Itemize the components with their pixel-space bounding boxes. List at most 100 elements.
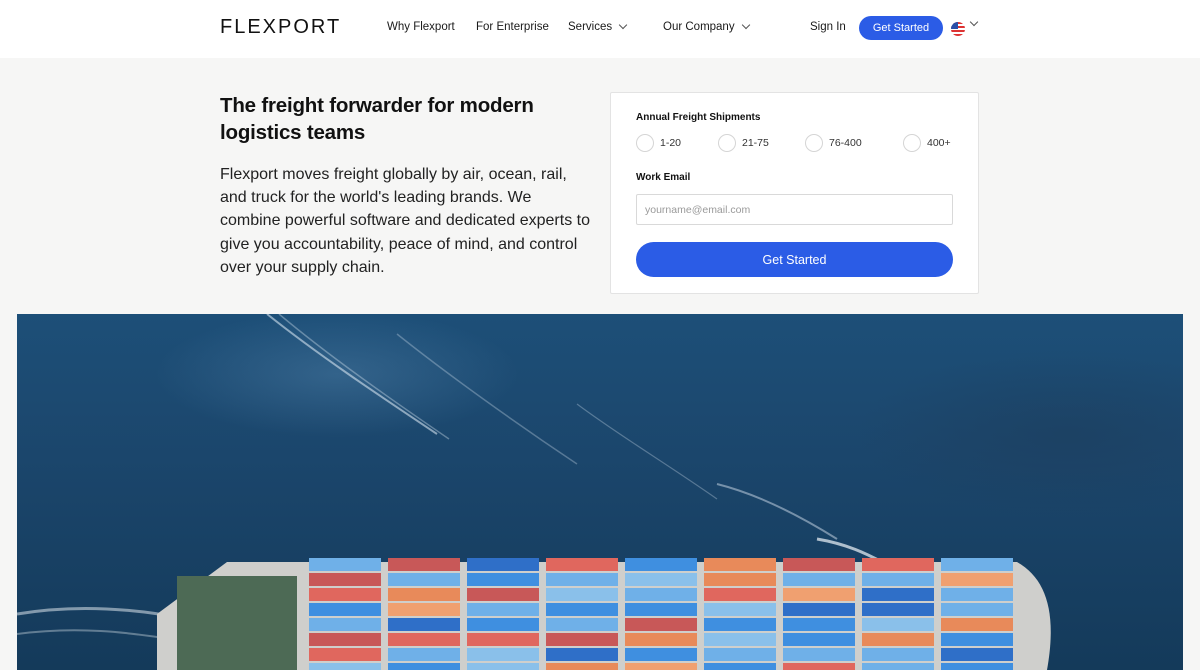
- nav-services[interactable]: Services: [568, 20, 628, 33]
- cargo-container: [388, 663, 460, 670]
- cargo-containers: [309, 558, 1013, 670]
- shipment-option-label: 1-20: [660, 137, 682, 149]
- cargo-container: [941, 633, 1013, 646]
- chevron-down-icon[interactable]: [969, 17, 979, 27]
- radio-circle-icon[interactable]: [903, 134, 921, 152]
- container-ship-hero-image: [17, 314, 1183, 670]
- cargo-container: [467, 573, 539, 586]
- cargo-container: [625, 603, 697, 616]
- cargo-container: [309, 603, 381, 616]
- cargo-container: [704, 648, 776, 661]
- ship-bow-deck: [177, 576, 297, 670]
- cargo-container: [546, 648, 618, 661]
- nav-why-flexport-label: Why Flexport: [387, 21, 455, 33]
- shipment-option-label: 400+: [927, 137, 951, 149]
- us-flag-icon[interactable]: [951, 22, 965, 36]
- container-ship: [157, 558, 1051, 670]
- cargo-container: [862, 633, 934, 646]
- cargo-container: [862, 603, 934, 616]
- cargo-container: [941, 588, 1013, 601]
- chevron-down-icon: [741, 20, 750, 30]
- cargo-container: [704, 633, 776, 646]
- cargo-container: [625, 573, 697, 586]
- cargo-container: [783, 618, 855, 631]
- shipment-option-label: 21-75: [742, 137, 769, 149]
- cargo-container: [388, 633, 460, 646]
- cargo-container: [704, 618, 776, 631]
- work-email-input[interactable]: [636, 194, 953, 225]
- shipment-option-21-75[interactable]: 21-75: [718, 134, 769, 152]
- cargo-container: [704, 573, 776, 586]
- cargo-container: [467, 648, 539, 661]
- cargo-container: [941, 618, 1013, 631]
- cargo-container: [941, 573, 1013, 586]
- radio-circle-icon[interactable]: [805, 134, 823, 152]
- sign-in-link[interactable]: Sign In: [810, 21, 846, 33]
- cargo-container: [783, 558, 855, 571]
- cargo-container: [309, 648, 381, 661]
- cargo-container: [625, 663, 697, 670]
- cargo-container: [546, 633, 618, 646]
- nav-our-company-label: Our Company: [663, 21, 735, 33]
- cargo-container: [546, 588, 618, 601]
- hero-headline: The freight forwarder for modern logisti…: [220, 94, 534, 144]
- cargo-container: [625, 648, 697, 661]
- cargo-container: [783, 603, 855, 616]
- nav-our-company[interactable]: Our Company: [663, 20, 750, 33]
- cargo-container: [783, 588, 855, 601]
- cargo-container: [704, 588, 776, 601]
- signup-form: Annual Freight Shipments 1-20 21-75 76-4…: [610, 92, 979, 294]
- cargo-container: [862, 663, 934, 670]
- cargo-container: [941, 558, 1013, 571]
- nav-why-flexport[interactable]: Why Flexport: [387, 21, 455, 33]
- cargo-container: [546, 618, 618, 631]
- cargo-container: [941, 648, 1013, 661]
- cargo-container: [941, 603, 1013, 616]
- cargo-container: [467, 588, 539, 601]
- cargo-container: [467, 558, 539, 571]
- cargo-container: [309, 618, 381, 631]
- cargo-container: [862, 558, 934, 571]
- cargo-container: [862, 588, 934, 601]
- top-navigation: FLEXPORT Why Flexport For Enterprise Ser…: [0, 0, 1200, 58]
- nav-get-started-button[interactable]: Get Started: [859, 16, 943, 40]
- chevron-down-icon: [618, 20, 628, 30]
- cargo-container: [388, 588, 460, 601]
- radio-circle-icon[interactable]: [718, 134, 736, 152]
- cargo-container: [546, 573, 618, 586]
- shipment-option-400-plus[interactable]: 400+: [903, 134, 951, 152]
- cargo-container: [941, 663, 1013, 670]
- shipment-option-76-400[interactable]: 76-400: [805, 134, 862, 152]
- cargo-container: [546, 558, 618, 571]
- shipment-option-label: 76-400: [829, 137, 862, 149]
- cargo-container: [388, 603, 460, 616]
- radio-circle-icon[interactable]: [636, 134, 654, 152]
- cargo-container: [388, 648, 460, 661]
- form-get-started-button[interactable]: Get Started: [636, 242, 953, 277]
- cargo-container: [467, 603, 539, 616]
- flexport-logo[interactable]: FLEXPORT: [220, 16, 341, 39]
- cargo-container: [388, 558, 460, 571]
- cargo-container: [467, 618, 539, 631]
- cargo-container: [309, 573, 381, 586]
- cargo-container: [625, 558, 697, 571]
- cargo-container: [388, 573, 460, 586]
- cargo-container: [704, 558, 776, 571]
- hero-description: Flexport moves freight globally by air, …: [220, 166, 590, 276]
- cargo-container: [388, 618, 460, 631]
- sign-in-label: Sign In: [810, 21, 846, 33]
- cargo-container: [309, 663, 381, 670]
- cargo-container: [783, 663, 855, 670]
- cargo-container: [862, 618, 934, 631]
- cargo-container: [546, 663, 618, 670]
- shipment-option-1-20[interactable]: 1-20: [636, 134, 681, 152]
- cargo-container: [862, 573, 934, 586]
- cargo-container: [704, 663, 776, 670]
- cargo-container: [467, 663, 539, 670]
- work-email-label: Work Email: [636, 172, 691, 183]
- cargo-container: [546, 603, 618, 616]
- cargo-container: [467, 633, 539, 646]
- cargo-container: [309, 558, 381, 571]
- cargo-container: [309, 588, 381, 601]
- nav-for-enterprise[interactable]: For Enterprise: [476, 21, 549, 33]
